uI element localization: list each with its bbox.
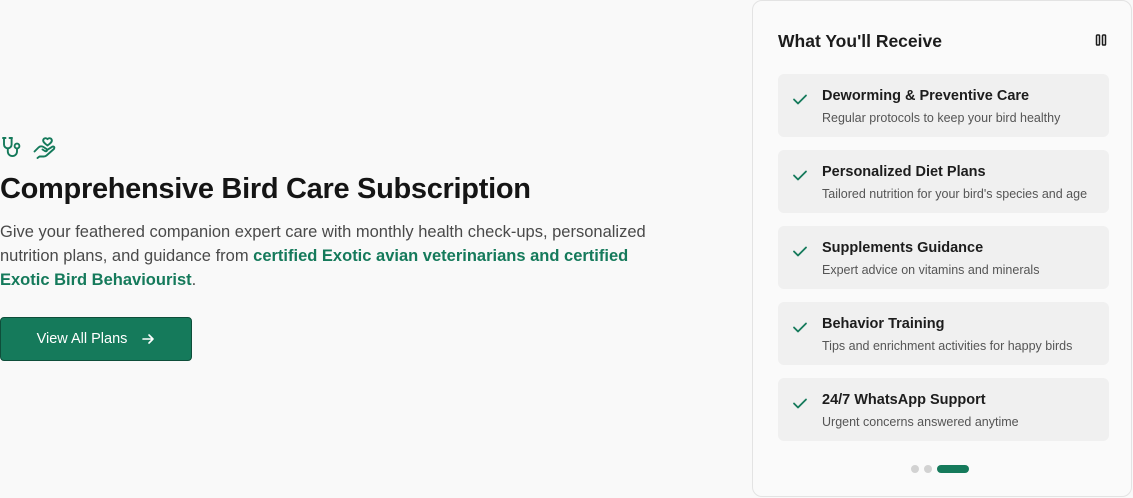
benefit-title: Deworming & Preventive Care <box>822 88 1030 104</box>
benefits-card-header: What You'll Receive <box>778 31 1111 52</box>
benefit-description: Tailored nutrition for your bird's speci… <box>822 187 1088 201</box>
hero-title: Comprehensive Bird Care Subscription <box>0 173 531 205</box>
check-icon <box>792 395 808 416</box>
benefit-item: Supplements Guidance Expert advice on vit… <box>778 226 1109 289</box>
benefit-description: Urgent concerns answered anytime <box>822 415 1019 429</box>
carousel-indicators <box>911 465 969 473</box>
view-all-plans-label: View All Plans <box>36 331 128 347</box>
arrow-right-icon <box>141 332 155 346</box>
hand-heart-icon <box>32 135 58 161</box>
benefit-title: Behavior Training <box>822 316 945 332</box>
benefit-item: 24/7 WhatsApp Support Urgent concerns ans… <box>778 378 1109 441</box>
hero-icons <box>0 134 700 162</box>
carousel-dot-3[interactable] <box>937 465 969 473</box>
carousel-dot-2[interactable] <box>924 465 932 473</box>
page: Comprehensive Bird Care Subscription Giv… <box>0 0 1133 498</box>
benefit-item: Personalized Diet Plans Tailored nutritio… <box>778 150 1109 213</box>
check-icon <box>792 243 808 264</box>
hero-section: Comprehensive Bird Care Subscription Giv… <box>0 134 700 361</box>
benefit-title: Supplements Guidance <box>822 240 984 256</box>
benefit-title: 24/7 WhatsApp Support <box>822 392 986 408</box>
benefits-card-title: What You'll Receive <box>778 31 942 51</box>
pause-button[interactable] <box>1091 32 1111 52</box>
benefit-description: Expert advice on vitamins and minerals <box>822 263 1040 277</box>
benefits-list: Deworming & Preventive Care Regular proto… <box>778 74 1109 454</box>
benefit-description: Regular protocols to keep your bird heal… <box>822 111 1061 125</box>
pause-icon <box>1095 33 1107 51</box>
check-icon <box>792 167 808 188</box>
benefit-item: Behavior Training Tips and enrichment act… <box>778 302 1109 365</box>
hero-description-end: . <box>191 271 197 289</box>
check-icon <box>792 91 808 112</box>
view-all-plans-button[interactable]: View All Plans <box>0 317 192 361</box>
benefit-title: Personalized Diet Plans <box>822 164 986 180</box>
stethoscope-icon <box>0 135 24 161</box>
benefit-description: Tips and enrichment activities for happy… <box>822 339 1073 353</box>
check-icon <box>792 319 808 340</box>
benefits-card: What You'll Receive Deworming & Preventi… <box>752 0 1132 497</box>
benefit-item: Deworming & Preventive Care Regular proto… <box>778 74 1109 137</box>
hero-description: Give your feathered companion expert car… <box>0 220 680 292</box>
carousel-dot-1[interactable] <box>911 465 919 473</box>
